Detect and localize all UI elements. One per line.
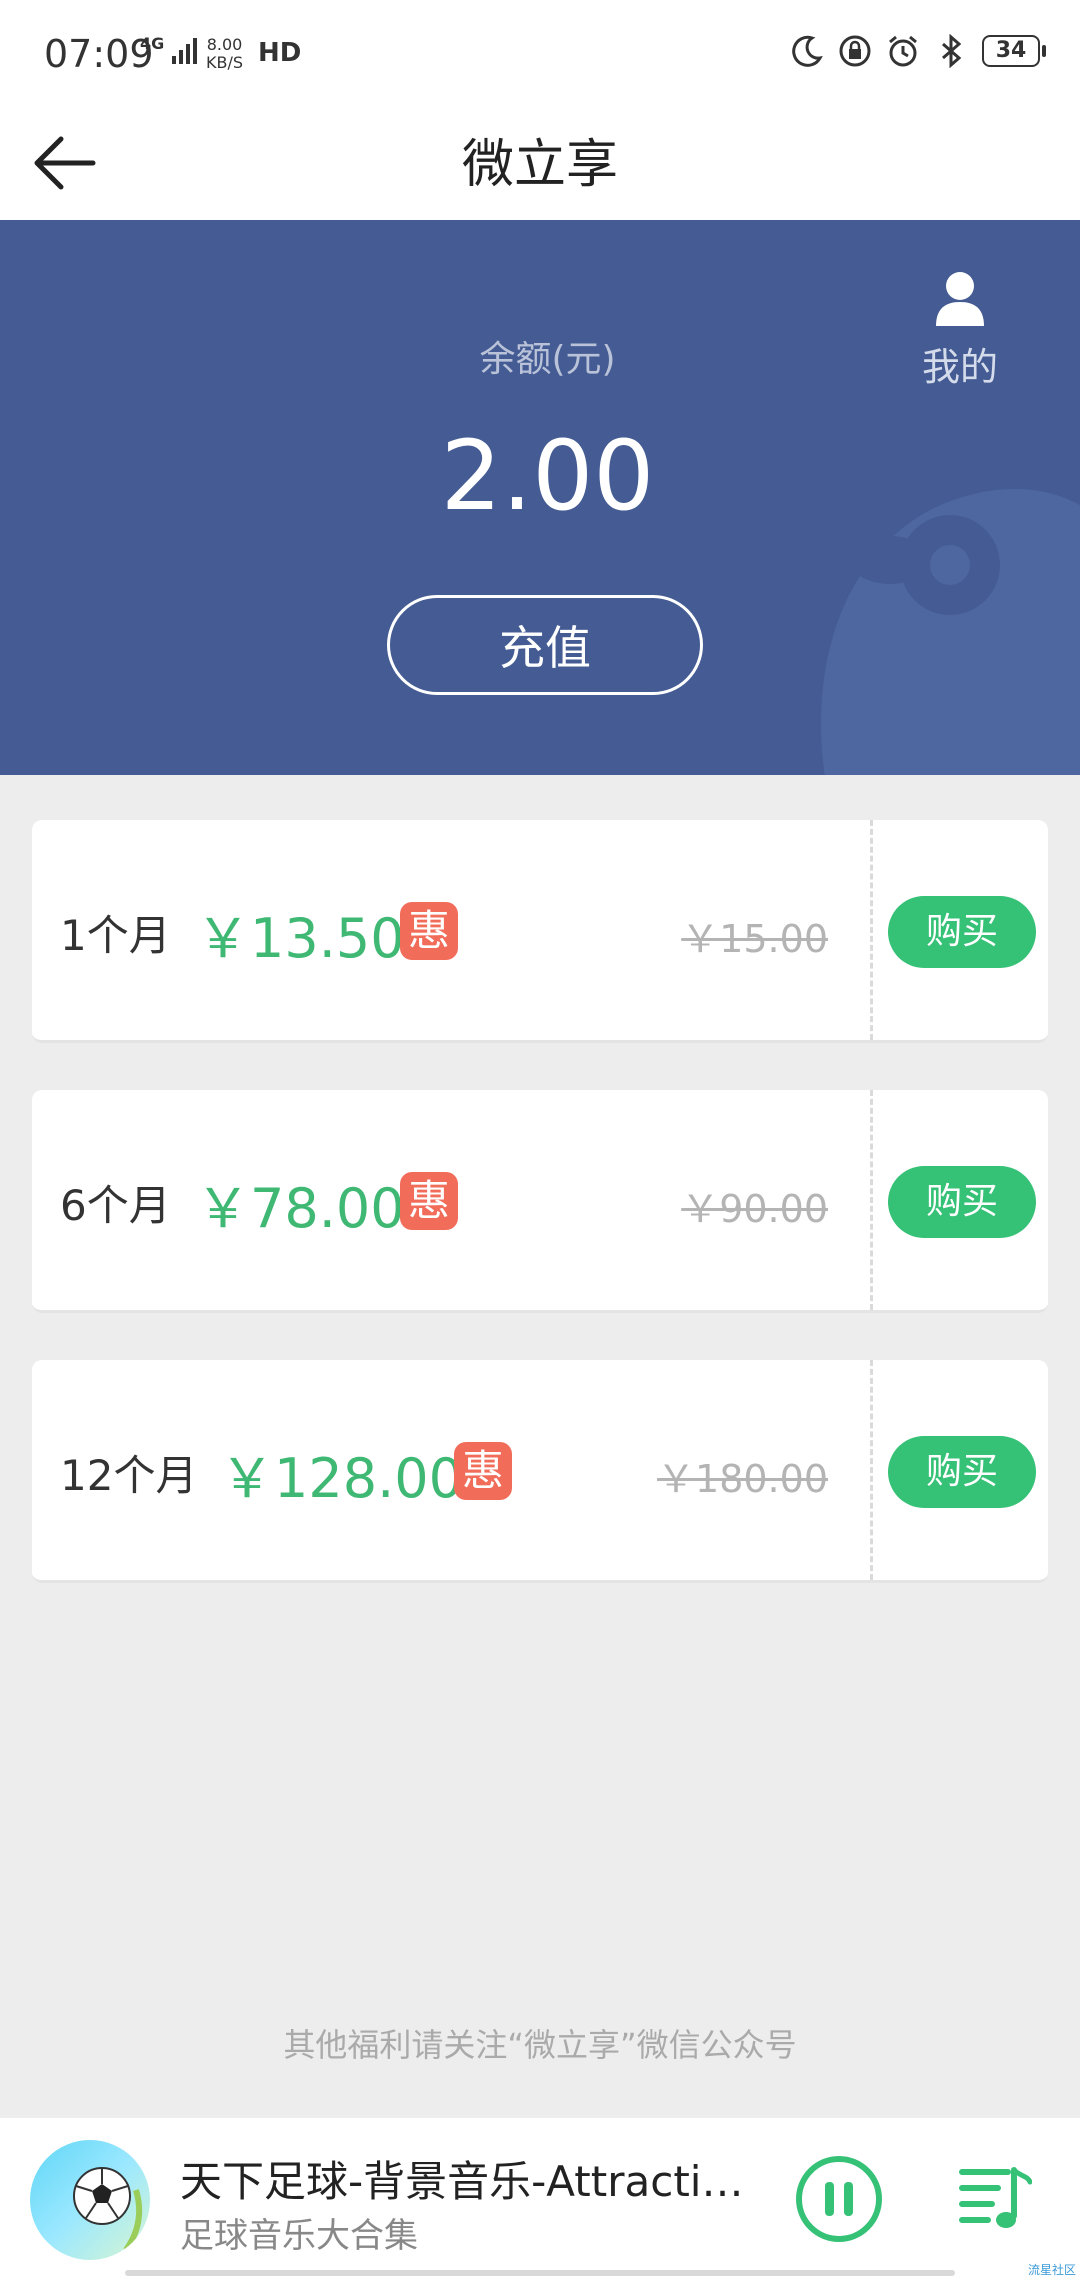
playlist-button[interactable] xyxy=(958,2162,1032,2236)
status-bar: 07:09 4G 8.00 KB/S HD 34 xyxy=(0,0,1080,110)
pause-button[interactable] xyxy=(794,2154,884,2244)
discount-badge: 惠 xyxy=(400,1172,458,1230)
plan-price: ￥128.00 xyxy=(220,1447,463,1510)
album-art[interactable] xyxy=(30,2140,150,2260)
soccer-ball-icon xyxy=(73,2167,143,2252)
moon-icon xyxy=(792,35,823,67)
card-divider xyxy=(870,820,873,1040)
plan-duration: 12个月 xyxy=(60,1451,198,1500)
plan-card-12-months: 12个月 ￥128.00 惠 ￥180.00 购买 xyxy=(32,1360,1048,1583)
speed-unit: KB/S xyxy=(206,53,244,72)
buy-button[interactable]: 购买 xyxy=(888,896,1036,968)
balance-banner: 余额(元) 2.00 充值 我的 xyxy=(0,220,1080,775)
plan-original-price: ￥180.00 xyxy=(657,1457,828,1501)
back-button[interactable] xyxy=(30,128,100,198)
my-account-button[interactable]: 我的 xyxy=(900,270,1020,391)
hd-indicator: HD xyxy=(258,38,302,68)
card-divider xyxy=(870,1090,873,1310)
page-title: 微立享 xyxy=(461,135,618,195)
status-icons: 34 xyxy=(790,34,1046,68)
plan-price: ￥78.00 xyxy=(196,1177,405,1240)
network-speed: 8.00 KB/S xyxy=(206,36,243,72)
alarm-icon xyxy=(889,35,917,67)
plan-card-6-months: 6个月 ￥78.00 惠 ￥90.00 购买 xyxy=(32,1090,1048,1313)
plan-original-price: ￥15.00 xyxy=(681,917,828,961)
balance-value: 2.00 xyxy=(440,420,655,532)
buy-button[interactable]: 购买 xyxy=(888,1166,1036,1238)
recharge-button[interactable]: 充值 xyxy=(387,595,703,695)
track-title: 天下足球-背景音乐-Attraction... xyxy=(180,2157,760,2206)
plan-original-price: ￥90.00 xyxy=(681,1187,828,1231)
my-label: 我的 xyxy=(921,345,998,389)
signal-icon xyxy=(172,38,197,64)
mini-music-player[interactable]: 天下足球-背景音乐-Attraction... 足球音乐大合集 流星社区 xyxy=(0,2118,1080,2280)
bluetooth-icon xyxy=(942,34,962,68)
status-time: 07:09 xyxy=(44,32,154,76)
app-header: 微立享 xyxy=(0,110,1080,220)
playback-progress[interactable] xyxy=(125,2270,955,2276)
track-album: 足球音乐大合集 xyxy=(180,2216,418,2256)
speed-value: 8.00 xyxy=(206,35,243,54)
plan-duration: 6个月 xyxy=(60,1181,171,1230)
plan-card-1-month: 1个月 ￥13.50 惠 ￥15.00 购买 xyxy=(32,820,1048,1043)
plan-price: ￥13.50 xyxy=(196,907,405,970)
back-arrow-icon xyxy=(34,136,96,190)
card-divider xyxy=(870,1360,873,1580)
watermark-text: 流星社区 xyxy=(1027,2263,1076,2277)
discount-badge: 惠 xyxy=(400,902,458,960)
plan-duration: 1个月 xyxy=(60,911,171,960)
battery-icon: 34 xyxy=(982,35,1046,67)
rotation-lock-icon xyxy=(839,35,871,67)
network-type: 4G xyxy=(140,34,165,53)
user-icon xyxy=(936,272,984,326)
discount-badge: 惠 xyxy=(454,1442,512,1500)
buy-button[interactable]: 购买 xyxy=(888,1436,1036,1508)
footer-note: 其他福利请关注“微立享”微信公众号 xyxy=(283,2026,797,2064)
